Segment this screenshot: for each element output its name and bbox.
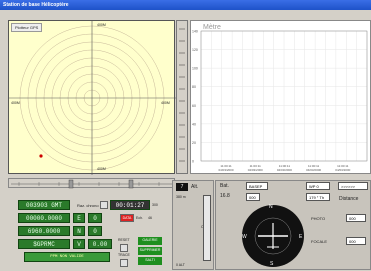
frame-v: V (73, 239, 85, 249)
lon-val: 0 (88, 226, 102, 236)
alt-scale: 380 m (176, 195, 186, 199)
compass-val2: 16.8 (220, 193, 230, 199)
raz-chrono-button[interactable] (100, 201, 108, 209)
chrono-display: 00:01:27 (110, 200, 150, 210)
altitude-ruler (176, 20, 188, 174)
reset-button[interactable] (120, 244, 128, 252)
y-tick-label: 120 (192, 48, 198, 52)
chart-plot: 14012010080604020011:00:1104/03/200011:0… (192, 30, 368, 172)
ech-label: Ech. (136, 216, 144, 220)
timeline-slider[interactable] (8, 178, 175, 189)
photo-val: 000 (346, 214, 366, 222)
chart-title: Mètre (203, 24, 221, 31)
compass-n: N (269, 204, 273, 210)
longitude-field: 6960.0000 (18, 226, 70, 236)
frame-val: 0.00 (88, 239, 112, 249)
gps-plotter[interactable]: Plotteur GPS 400M 400M 400M 400M (8, 20, 176, 175)
basep-box[interactable]: BASEP (246, 182, 268, 190)
compass-val1: 000 (246, 193, 260, 201)
gps-top-label: 400M (97, 23, 106, 27)
y-tick-label: 20 (192, 141, 196, 145)
alt-bar (203, 195, 211, 261)
supprimer-button[interactable]: SUPPRIMER (138, 247, 162, 255)
y-tick-label: 0 (192, 160, 194, 164)
photo-label: PHOTO (311, 216, 326, 221)
wp-arrow: >>>>>> (338, 182, 368, 190)
gps-bottom-label: 400M (97, 167, 106, 171)
alt-title: Alt. (191, 184, 199, 190)
reset-label: RESET (118, 238, 130, 242)
compass-s: S (270, 261, 274, 267)
compass-dial (242, 205, 304, 267)
salti-button[interactable]: SALTI (138, 257, 162, 265)
compass-panel: Bat. BASEP 000 16.8 WP 0 >>>>>> 179 ° Th… (215, 180, 371, 270)
ech-val: 46 (148, 216, 152, 220)
window-title-bar: Station de base Hélicoptère (0, 0, 371, 10)
gps-left-label: 400M (11, 101, 20, 105)
y-tick-label: 140 (192, 30, 198, 34)
latitude-field: 00000.0000 (18, 213, 70, 223)
lat-val: 0 (88, 213, 102, 223)
x-tick-label: 04/03/2000 (335, 168, 350, 172)
lon-dir: N (73, 226, 85, 236)
alt-scale-bottom: 0 ALT (176, 263, 185, 267)
y-tick-label: 80 (192, 85, 196, 89)
trace-label: TRACE (118, 253, 130, 257)
focale-label: FOCALE (311, 239, 328, 244)
ppm-status: PPM NON VALIDE (24, 252, 110, 262)
x-tick-label: 04/03/2000 (248, 168, 263, 172)
bat-label: Bat. (220, 183, 229, 189)
x-tick-label: 04/03/2000 (277, 168, 292, 172)
data-button[interactable]: DATA (120, 214, 134, 222)
altitude-chart: Mètre 140 120 100 80 60 40 20 0 11:00:11 04/03/20… (190, 20, 371, 174)
gmt-time: 003903 GMT (18, 200, 70, 210)
chrono-unit: 300 (152, 203, 158, 207)
heading-box: 179 ° Th (306, 193, 330, 201)
alt-value: 7 (176, 183, 188, 191)
distance-label: Distance (339, 196, 359, 202)
lat-dir: E (73, 213, 85, 223)
compass-w: W (242, 234, 247, 240)
gps-right-label: 400M (161, 101, 170, 105)
y-tick-label: 40 (192, 122, 196, 126)
galerie-button[interactable]: GALERIE (138, 237, 162, 245)
x-tick-label: 04/03/2000 (306, 168, 321, 172)
focale-val: 000 (346, 237, 366, 245)
x-tick-label: 04/03/2000 (218, 168, 233, 172)
position-marker (39, 154, 43, 158)
trace-button[interactable] (120, 259, 128, 267)
y-tick-label: 60 (192, 104, 196, 108)
raz-chrono-label: Raz. chrono (77, 203, 99, 208)
compass-e: E (299, 234, 303, 240)
wp-box[interactable]: WP 0 (306, 182, 330, 190)
y-tick-label: 100 (192, 67, 198, 71)
frame-field: $GPRMC (18, 239, 70, 249)
gps-rings (9, 21, 176, 175)
gps-title: Plotteur GPS (11, 23, 43, 32)
altitude-panel: 7 Alt. 380 m OFF 0 ALT (172, 180, 214, 270)
